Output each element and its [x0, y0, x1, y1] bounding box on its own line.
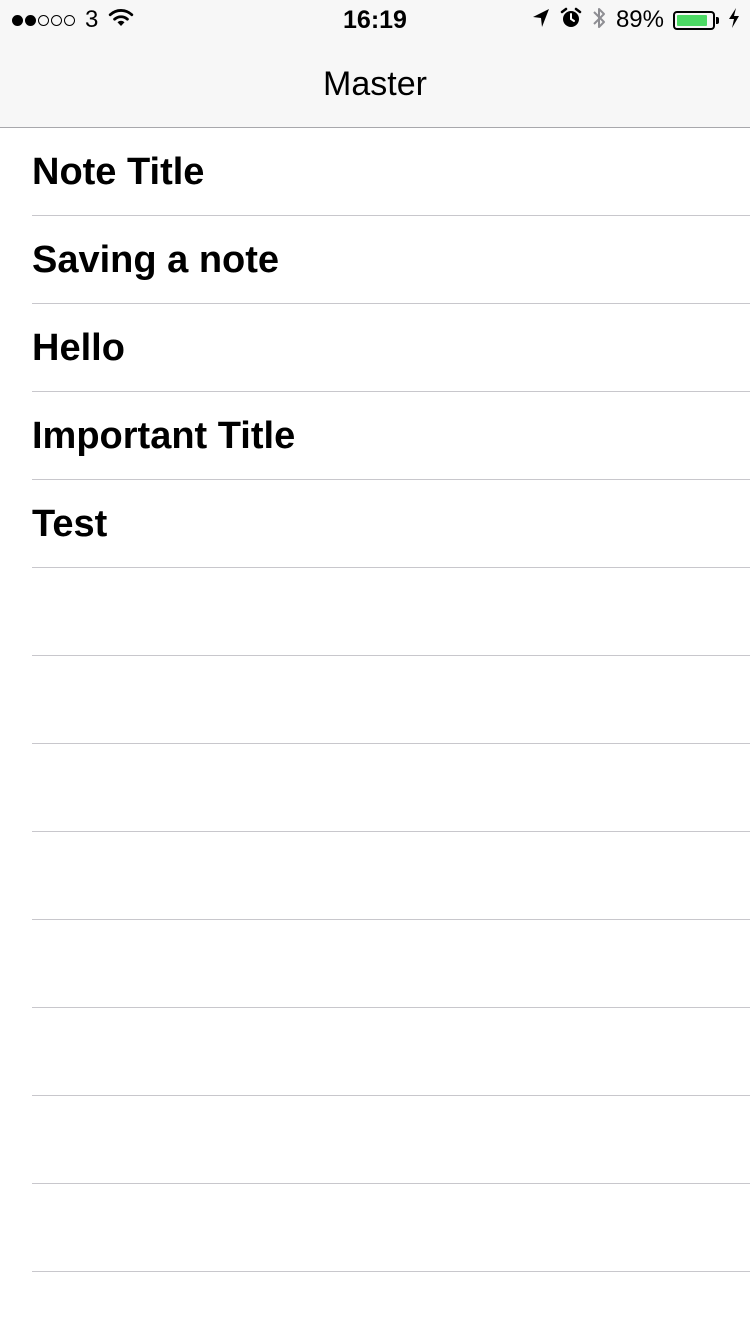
battery-percentage: 89%: [615, 6, 664, 33]
note-row[interactable]: [32, 656, 750, 744]
location-arrow-icon: [531, 7, 551, 34]
battery-body: [673, 10, 715, 30]
navigation-bar: 3 16:19 89% Master: [0, 0, 750, 128]
note-row[interactable]: Test: [32, 480, 750, 568]
charging-bolt-icon: [728, 7, 740, 34]
note-title: Saving a note: [32, 238, 280, 281]
notes-table[interactable]: Note Title Saving a note Hello Important Ti…: [0, 128, 750, 1334]
note-title: Test: [32, 502, 108, 545]
status-bar: 3 16:19 89%: [0, 0, 750, 40]
note-row[interactable]: [32, 568, 750, 656]
alarm-clock-icon: [560, 7, 582, 34]
page-title: Master: [323, 65, 427, 103]
note-row[interactable]: [32, 744, 750, 832]
battery-icon: [673, 10, 719, 30]
note-title: Note Title: [32, 150, 205, 193]
note-row[interactable]: Important Title: [32, 392, 750, 480]
note-row[interactable]: [32, 1184, 750, 1272]
bluetooth-icon: [591, 5, 607, 36]
battery-tip: [716, 16, 719, 24]
note-title: Hello: [32, 326, 125, 369]
note-row[interactable]: [32, 1272, 750, 1334]
note-row[interactable]: [32, 832, 750, 920]
note-row[interactable]: [32, 1008, 750, 1096]
note-title: Important Title: [32, 414, 296, 457]
battery-level-fill: [677, 14, 708, 26]
note-row[interactable]: Saving a note: [32, 216, 750, 304]
note-row[interactable]: Hello: [32, 304, 750, 392]
status-right: 89%: [531, 6, 740, 34]
note-row[interactable]: [32, 1096, 750, 1184]
note-row[interactable]: [32, 920, 750, 1008]
note-row[interactable]: Note Title: [32, 128, 750, 216]
